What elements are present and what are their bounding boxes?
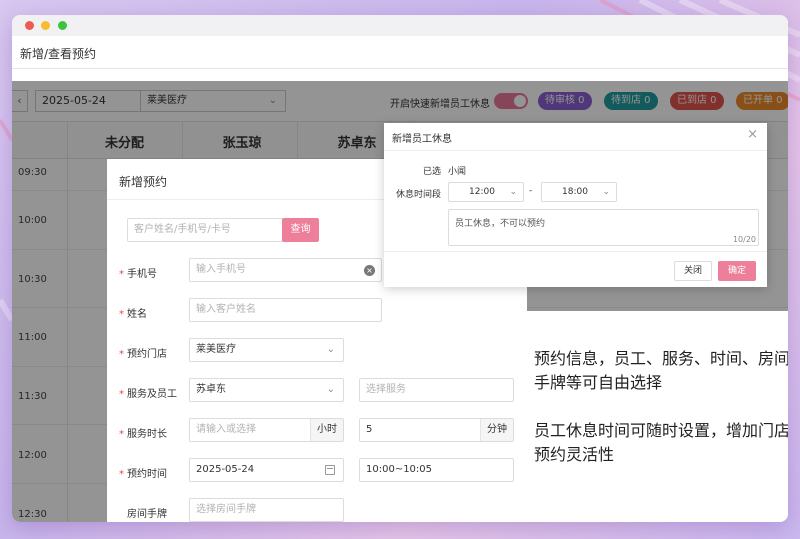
store-label-text: 预约门店 — [127, 349, 167, 360]
chevron-down-icon: ⌄ — [326, 344, 335, 355]
staff-label: * 服务及员工 — [119, 385, 177, 400]
rest-start-value: 12:00 — [469, 187, 495, 197]
phone-label-text: 手机号 — [127, 269, 157, 280]
phone-input[interactable]: 输入手机号 × — [189, 258, 382, 282]
dialog-title: 新增预约 — [119, 175, 168, 189]
name-input[interactable]: 输入客户姓名 — [189, 298, 382, 322]
required-star: * — [119, 349, 124, 360]
app-window: 新增/查看预约 ‹ 2025-05-24 莱美医疗 ⌄ 开启快速新增员工休息 待… — [12, 15, 788, 522]
duration-hours-placeholder: 请输入或选择 — [196, 424, 256, 435]
callout-panel — [527, 311, 788, 522]
duration-hours-input[interactable]: 请输入或选择 小时 — [189, 418, 344, 442]
rest-note-textarea[interactable]: 员工休息，不可以预约 10/20 — [448, 209, 759, 246]
booking-store-value: 莱美医疗 — [196, 344, 236, 355]
staff-label-text: 服务及员工 — [127, 389, 177, 400]
staff-rest-dialog: 新增员工休息 × 已选 小闻 休息时间段 12:00 ⌄ - 18:00 ⌄ 员… — [384, 123, 767, 287]
hours-unit: 小时 — [310, 419, 343, 441]
duration-label: * 服务时长 — [119, 425, 167, 440]
chevron-down-icon: ⌄ — [509, 187, 517, 197]
title-bar — [12, 15, 788, 36]
time-label: * 预约时间 — [119, 465, 167, 480]
rest-note-value: 员工休息，不可以预约 — [455, 219, 546, 229]
time-label-text: 预约时间 — [127, 469, 167, 480]
duration-minutes-input[interactable]: 5 分钟 — [359, 418, 514, 442]
maximize-window-dot[interactable] — [58, 21, 67, 30]
rest-start-select[interactable]: 12:00 ⌄ — [448, 182, 524, 202]
page-title: 新增/查看预约 — [20, 47, 97, 61]
dialog-title: 新增员工休息 — [392, 134, 452, 145]
callout-staff-rest: 员工休息时间可随时设置，增加门店预约灵活性 — [534, 421, 788, 464]
required-star: * — [119, 429, 124, 440]
close-icon[interactable]: × — [747, 127, 758, 142]
duration-minutes-value: 5 — [366, 424, 373, 435]
name-label-text: 姓名 — [127, 309, 147, 320]
chevron-down-icon: ⌄ — [326, 384, 335, 395]
range-separator: - — [529, 186, 533, 196]
period-label: 休息时间段 — [396, 190, 442, 200]
selected-label: 已选 — [423, 167, 442, 177]
minutes-unit: 分钟 — [480, 419, 513, 441]
char-counter: 10/20 — [732, 235, 756, 244]
calendar-icon — [325, 465, 335, 475]
rest-end-value: 18:00 — [562, 187, 588, 197]
service-select[interactable]: 选择服务 — [359, 378, 514, 402]
close-window-dot[interactable] — [25, 21, 34, 30]
minimize-window-dot[interactable] — [41, 21, 50, 30]
divider — [384, 150, 767, 151]
required-star: * — [119, 309, 124, 320]
selected-staff-value: 小闻 — [448, 167, 467, 177]
rest-end-select[interactable]: 18:00 ⌄ — [541, 182, 617, 202]
booking-store-select[interactable]: 莱美医疗 ⌄ — [189, 338, 344, 362]
chevron-down-icon: ⌄ — [602, 187, 610, 197]
time-range-select[interactable]: 10:00~10:05 — [359, 458, 514, 482]
required-star: * — [119, 469, 124, 480]
page-header: 新增/查看预约 — [12, 36, 788, 69]
confirm-button[interactable]: 确定 — [718, 261, 756, 281]
staff-select[interactable]: 苏卓东 ⌄ — [189, 378, 344, 402]
clear-icon[interactable]: × — [364, 265, 375, 276]
phone-input-placeholder: 输入手机号 — [196, 264, 246, 275]
callout-booking-info: 预约信息，员工、服务、时间、房间手牌等可自由选择 — [534, 349, 788, 392]
main-content: ‹ 2025-05-24 莱美医疗 ⌄ 开启快速新增员工休息 待审核 0 待到店… — [12, 81, 788, 522]
customer-search-input[interactable]: 客户姓名/手机号/卡号 — [127, 218, 283, 242]
store-label: * 预约门店 — [119, 345, 167, 360]
required-star: * — [119, 389, 124, 400]
duration-label-text: 服务时长 — [127, 429, 167, 440]
staff-select-value: 苏卓东 — [196, 384, 226, 395]
phone-label: * 手机号 — [119, 265, 157, 280]
required-star: * — [119, 269, 124, 280]
divider — [384, 251, 767, 252]
name-label: * 姓名 — [119, 305, 147, 320]
room-select[interactable]: 选择房间手牌 — [189, 498, 344, 522]
query-button[interactable]: 查询 — [282, 218, 319, 242]
close-button[interactable]: 关闭 — [674, 261, 712, 281]
booking-date-input[interactable]: 2025-05-24 — [189, 458, 344, 482]
room-label: 房间手牌 — [127, 509, 167, 520]
booking-date-value: 2025-05-24 — [196, 464, 255, 475]
